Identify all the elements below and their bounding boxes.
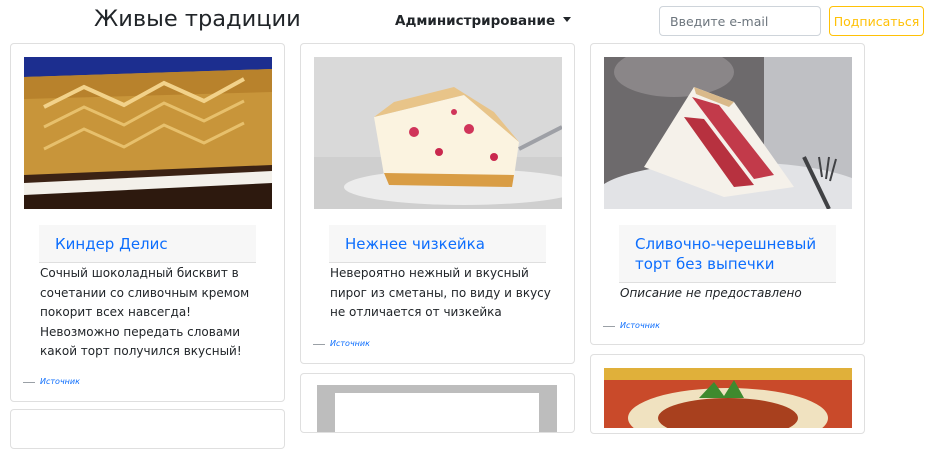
site-brand[interactable]: Живые традиции [94, 6, 301, 32]
recipe-title-box: Сливочно-черешневый торт без выпечки [619, 225, 836, 283]
recipe-card-partial [10, 409, 285, 449]
recipe-description: Описание не предоставлено [620, 286, 802, 300]
recipe-title-link[interactable]: Нежнее чизкейка [345, 234, 530, 254]
recipe-card-partial [300, 373, 575, 433]
recipe-title-box: Киндер Делис [39, 225, 256, 263]
recipe-image-kinder[interactable] [24, 57, 272, 209]
recipe-title-link[interactable]: Киндер Делис [55, 234, 240, 254]
recipe-image-cherry[interactable] [604, 57, 852, 209]
caret-down-icon [563, 17, 572, 22]
recipe-title-link[interactable]: Сливочно-черешневый торт без выпечки [635, 234, 820, 274]
recipe-card-partial [590, 354, 865, 434]
source-link[interactable]: Источник [40, 377, 80, 386]
recipe-description: Сочный шоколадный бисквит в сочетании со… [40, 266, 250, 358]
admin-dropdown-label: Администрирование [395, 13, 556, 29]
source-link[interactable]: Источник [330, 339, 370, 348]
source-link[interactable]: Источник [620, 321, 660, 330]
recipe-image-partial[interactable] [317, 385, 557, 432]
recipe-card-cherry: Сливочно-черешневый торт без выпечки Опи… [590, 43, 865, 345]
source-divider [23, 382, 35, 383]
recipe-description: Невероятно нежный и вкусный пирог из сме… [330, 266, 551, 319]
source-divider [313, 344, 325, 345]
recipe-image-cheesecake[interactable] [314, 57, 562, 209]
source-divider [603, 326, 615, 327]
subscribe-button[interactable]: Подписаться [829, 6, 924, 36]
recipe-card-kinder: Киндер Делис Сочный шоколадный бисквит в… [10, 43, 285, 402]
recipe-card-cheesecake: Нежнее чизкейка Невероятно нежный и вкус… [300, 43, 575, 364]
admin-dropdown[interactable]: Администрирование [395, 13, 572, 29]
recipe-image-partial[interactable] [604, 368, 852, 428]
email-input[interactable] [659, 6, 821, 36]
recipe-title-box: Нежнее чизкейка [329, 225, 546, 263]
